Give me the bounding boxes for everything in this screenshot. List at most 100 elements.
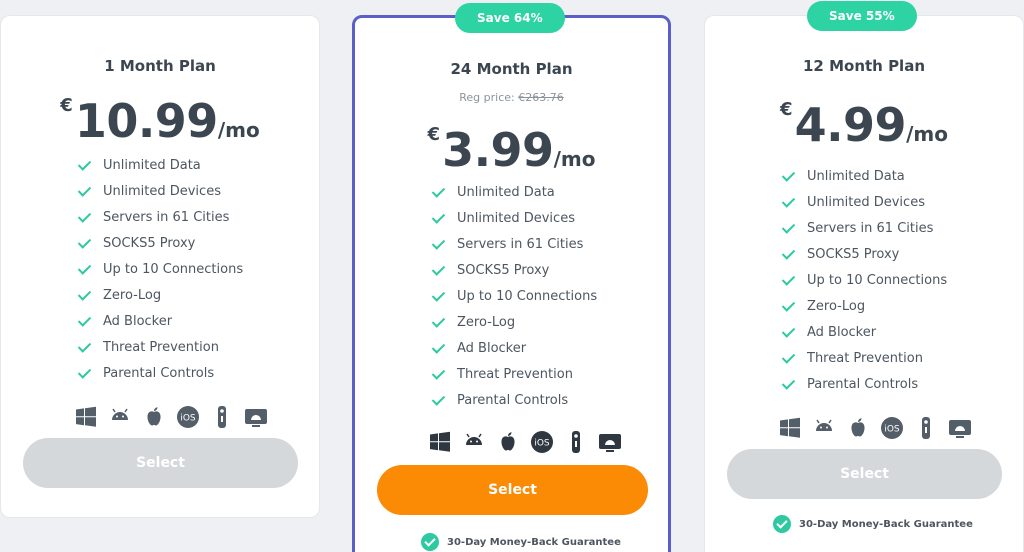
price-period: /mo	[553, 147, 596, 171]
check-icon	[781, 195, 795, 209]
android-tv-icon	[598, 430, 622, 454]
select-button[interactable]: Select	[377, 465, 648, 515]
feature-list: Unlimited Data Unlimited Devices Servers…	[431, 179, 597, 413]
firestick-icon	[564, 430, 588, 454]
price-currency: €	[60, 95, 73, 116]
check-icon	[77, 184, 91, 198]
price-period: /mo	[906, 122, 948, 146]
check-icon	[781, 325, 795, 339]
feature-item: Threat Prevention	[781, 345, 947, 371]
feature-item: Unlimited Data	[431, 179, 597, 205]
feature-item: Threat Prevention	[77, 334, 243, 360]
ios-icon: iOS	[530, 430, 554, 454]
check-icon	[77, 288, 91, 302]
feature-item: Parental Controls	[431, 387, 597, 413]
ios-icon: iOS	[176, 405, 200, 429]
feature-item: Servers in 61 Cities	[781, 215, 947, 241]
check-icon	[781, 169, 795, 183]
check-icon	[431, 315, 445, 329]
plan-card-1-month: 1 Month Plan €10.99/mo Unlimited Data Un…	[0, 15, 320, 518]
price-currency: €	[427, 124, 441, 145]
regular-price-label: Reg price:	[459, 91, 515, 104]
plan-title: 1 Month Plan	[104, 57, 216, 75]
check-icon	[431, 289, 445, 303]
check-icon	[77, 210, 91, 224]
feature-item: Up to 10 Connections	[77, 256, 243, 282]
savings-badge: Save 55%	[807, 1, 917, 31]
guarantee-text: 30-Day Money-Back Guarantee	[799, 518, 973, 530]
firestick-icon	[210, 405, 234, 429]
android-icon	[108, 405, 132, 429]
platform-icons: iOS	[74, 405, 268, 429]
check-icon	[77, 366, 91, 380]
plan-card-24-month: Save 64% 24 Month Plan Reg price: €263.7…	[352, 3, 671, 552]
price-amount: 4.99	[794, 98, 907, 152]
check-icon	[781, 351, 795, 365]
price-amount: 3.99	[442, 123, 554, 177]
feature-item: Threat Prevention	[431, 361, 597, 387]
feature-item: Ad Blocker	[781, 319, 947, 345]
feature-item: Servers in 61 Cities	[431, 231, 597, 257]
feature-item: Zero-Log	[431, 309, 597, 335]
feature-item: Up to 10 Connections	[781, 267, 947, 293]
check-icon	[781, 221, 795, 235]
check-icon	[431, 393, 445, 407]
feature-item: Up to 10 Connections	[431, 283, 597, 309]
check-icon	[781, 273, 795, 287]
shield-check-icon	[421, 533, 439, 551]
platform-icons: iOS	[778, 416, 972, 440]
select-button[interactable]: Select	[23, 438, 298, 488]
regular-price: Reg price: €263.76	[355, 91, 668, 104]
money-back-guarantee: 30-Day Money-Back Guarantee	[421, 533, 621, 551]
price-period: /mo	[217, 118, 260, 142]
android-tv-icon	[948, 416, 972, 440]
plan-price: €3.99/mo	[355, 123, 668, 177]
feature-item: Ad Blocker	[77, 308, 243, 334]
check-icon	[431, 367, 445, 381]
feature-item: Ad Blocker	[431, 335, 597, 361]
price-currency: €	[780, 99, 793, 120]
check-icon	[781, 299, 795, 313]
guarantee-text: 30-Day Money-Back Guarantee	[447, 536, 621, 548]
feature-item: Servers in 61 Cities	[77, 204, 243, 230]
shield-check-icon	[773, 515, 791, 533]
ios-icon: iOS	[880, 416, 904, 440]
feature-list: Unlimited Data Unlimited Devices Servers…	[781, 163, 947, 397]
apple-icon	[142, 405, 166, 429]
svg-text:iOS: iOS	[534, 439, 550, 449]
check-icon	[77, 262, 91, 276]
feature-item: Unlimited Devices	[431, 205, 597, 231]
plan-price: €4.99/mo	[705, 98, 1023, 152]
feature-item: Unlimited Devices	[781, 189, 947, 215]
svg-text:iOS: iOS	[180, 414, 196, 424]
check-icon	[431, 341, 445, 355]
windows-icon	[74, 405, 98, 429]
android-icon	[462, 430, 486, 454]
android-tv-icon	[244, 405, 268, 429]
feature-item: Zero-Log	[781, 293, 947, 319]
check-icon	[781, 377, 795, 391]
select-button[interactable]: Select	[727, 449, 1002, 499]
feature-list: Unlimited Data Unlimited Devices Servers…	[77, 152, 243, 386]
firestick-icon	[914, 416, 938, 440]
plan-price: €10.99/mo	[1, 94, 319, 148]
feature-item: SOCKS5 Proxy	[77, 230, 243, 256]
feature-item: SOCKS5 Proxy	[781, 241, 947, 267]
svg-text:iOS: iOS	[884, 425, 900, 435]
apple-icon	[496, 430, 520, 454]
check-icon	[77, 314, 91, 328]
check-icon	[431, 211, 445, 225]
plan-title: 24 Month Plan	[450, 60, 573, 78]
android-icon	[812, 416, 836, 440]
check-icon	[77, 158, 91, 172]
feature-item: SOCKS5 Proxy	[431, 257, 597, 283]
feature-item: Unlimited Data	[77, 152, 243, 178]
feature-item: Zero-Log	[77, 282, 243, 308]
money-back-guarantee: 30-Day Money-Back Guarantee	[773, 515, 973, 533]
plan-title: 12 Month Plan	[802, 57, 925, 75]
check-icon	[431, 237, 445, 251]
feature-item: Unlimited Devices	[77, 178, 243, 204]
regular-price-value: €263.76	[518, 91, 564, 104]
windows-icon	[778, 416, 802, 440]
check-icon	[77, 236, 91, 250]
